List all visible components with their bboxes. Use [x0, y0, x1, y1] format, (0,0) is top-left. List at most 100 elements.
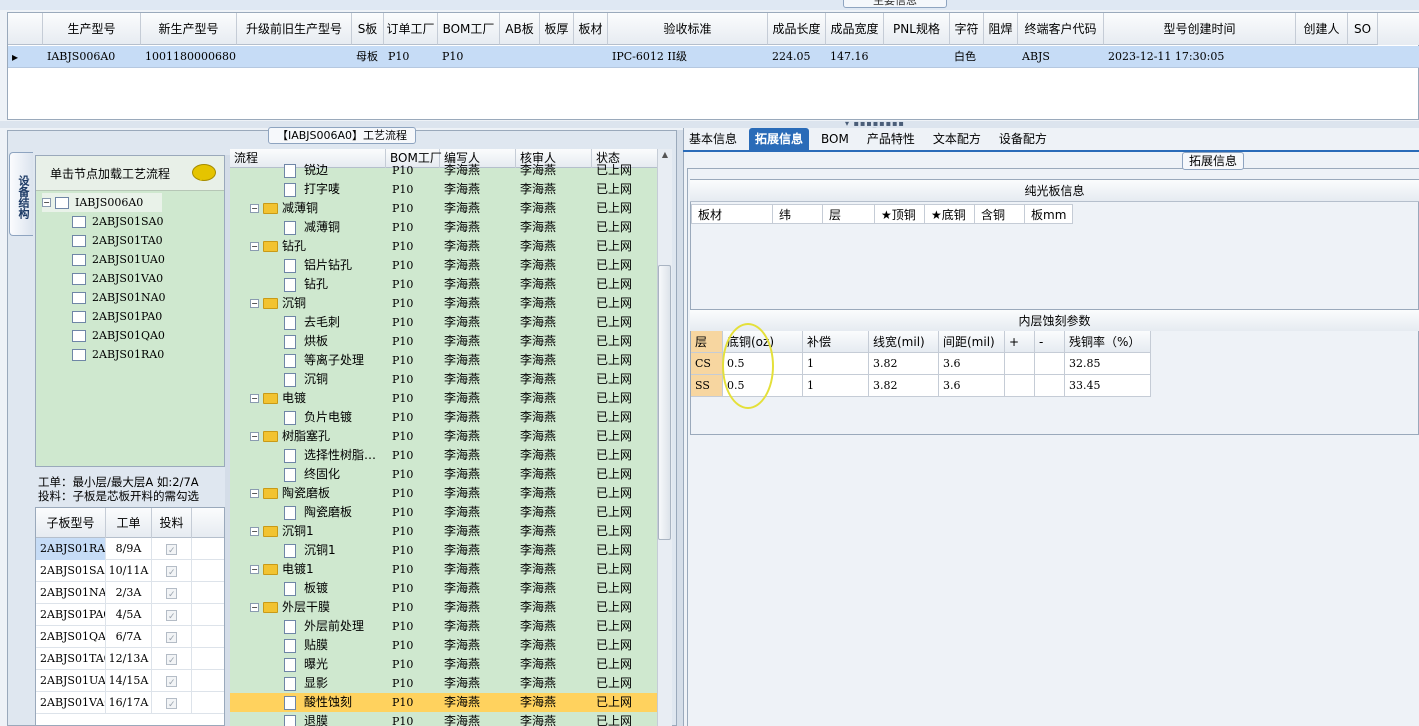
cell[interactable] [1005, 353, 1035, 375]
cell[interactable]: 4/5A [106, 604, 152, 626]
flow-step[interactable]: − 树脂塞孔 [230, 427, 386, 446]
flow-row[interactable]: 终固化 P10 李海燕 李海燕 已上网 [230, 465, 660, 484]
flow-step[interactable]: 锐边 [230, 161, 386, 180]
etch-column-header[interactable]: 层 [691, 331, 723, 353]
column-header[interactable]: 验收标准 [608, 13, 768, 45]
tab-item[interactable]: 文本配方 [927, 128, 987, 150]
feed-checkbox[interactable] [166, 628, 177, 648]
tree-node[interactable]: 2ABJS01TA0 [42, 231, 222, 250]
feed-checkbox[interactable] [166, 562, 177, 582]
flow-step[interactable]: 终固化 [230, 465, 386, 484]
flow-row[interactable]: 外层前处理 P10 李海燕 李海燕 已上网 [230, 617, 660, 636]
cell[interactable]: 2ABJS01NA0 [36, 582, 106, 604]
tab-item[interactable]: 设备配方 [993, 128, 1053, 150]
bare-board-column-header[interactable]: ★顶铜 [875, 204, 925, 224]
product-grid-row-selected[interactable]: ▸ IABJS006A0 10011800006801 母板 P10 P10 IPC-601… [8, 46, 1419, 68]
tab-item[interactable]: BOM [815, 128, 855, 150]
tree-node[interactable]: 2ABJS01UA0 [42, 250, 222, 269]
flow-row[interactable]: − 电镀 P10 李海燕 李海燕 已上网 [230, 389, 660, 408]
flow-step[interactable]: − 陶瓷磨板 [230, 484, 386, 503]
flow-row[interactable]: 曝光 P10 李海燕 李海燕 已上网 [230, 655, 660, 674]
flow-row[interactable]: 陶瓷磨板 P10 李海燕 李海燕 已上网 [230, 503, 660, 522]
cell[interactable]: 8/9A [106, 538, 152, 560]
checkbox-cell[interactable] [152, 538, 192, 560]
flow-row[interactable]: − 沉铜 P10 李海燕 李海燕 已上网 [230, 294, 660, 313]
etch-column-header[interactable]: 线宽(mil) [869, 331, 939, 353]
cell[interactable]: 2/3A [106, 582, 152, 604]
column-header[interactable]: 板材 [574, 13, 608, 45]
tab-item[interactable]: 产品特性 [861, 128, 921, 150]
sub-grid-column-header[interactable]: 投料 [152, 508, 192, 538]
feed-checkbox[interactable] [166, 650, 177, 670]
feed-checkbox[interactable] [166, 584, 177, 604]
flow-step[interactable]: 退膜 [230, 712, 386, 726]
flow-step[interactable]: 曝光 [230, 655, 386, 674]
collapse-icon[interactable]: − [42, 198, 51, 207]
collapse-icon[interactable]: − [250, 603, 259, 612]
feed-checkbox[interactable] [166, 606, 177, 626]
checkbox-cell[interactable] [152, 692, 192, 714]
cell[interactable]: 3.6 [939, 353, 1005, 375]
flow-row[interactable]: 选择性树脂… P10 李海燕 李海燕 已上网 [230, 446, 660, 465]
cell[interactable] [1005, 375, 1035, 397]
feed-checkbox[interactable] [166, 540, 177, 560]
flow-step[interactable]: − 钻孔 [230, 237, 386, 256]
etch-column-header[interactable]: + [1005, 331, 1035, 353]
flow-row[interactable]: 显影 P10 李海燕 李海燕 已上网 [230, 674, 660, 693]
cell[interactable]: 32.85 [1065, 353, 1151, 375]
flow-step[interactable]: 去毛刺 [230, 313, 386, 332]
checkbox-cell[interactable] [152, 670, 192, 692]
column-header[interactable]: BOM工厂 [438, 13, 500, 45]
sub-grid-row[interactable]: 2ABJS01UA0 14/15A [36, 670, 224, 692]
flow-step[interactable]: 烘板 [230, 332, 386, 351]
flow-step[interactable]: 钻孔 [230, 275, 386, 294]
cell[interactable]: ABJS [1018, 46, 1104, 68]
tree-node[interactable]: 2ABJS01PA0 [42, 307, 222, 326]
cell[interactable] [884, 46, 950, 68]
collapse-icon[interactable]: − [250, 204, 259, 213]
flow-step[interactable]: − 沉铜1 [230, 522, 386, 541]
flow-step[interactable]: − 沉铜 [230, 294, 386, 313]
column-header[interactable]: 字符 [950, 13, 984, 45]
checkbox-cell[interactable] [152, 626, 192, 648]
column-header[interactable]: 成品宽度 [826, 13, 884, 45]
column-header[interactable]: AB板 [500, 13, 540, 45]
flow-row[interactable]: 去毛刺 P10 李海燕 李海燕 已上网 [230, 313, 660, 332]
cell[interactable] [237, 46, 352, 68]
column-header[interactable]: 板厚 [540, 13, 574, 45]
flow-step[interactable]: − 电镀1 [230, 560, 386, 579]
cell[interactable] [500, 46, 540, 68]
flow-step[interactable]: 外层前处理 [230, 617, 386, 636]
tree-root[interactable]: − IABJS006A0 [42, 193, 162, 212]
column-header[interactable]: S板 [352, 13, 384, 45]
cell[interactable]: 2ABJS01PA0 [36, 604, 106, 626]
column-header[interactable]: SO [1348, 13, 1378, 45]
flow-row[interactable]: 钻孔 P10 李海燕 李海燕 已上网 [230, 275, 660, 294]
flow-row[interactable]: − 钻孔 P10 李海燕 李海燕 已上网 [230, 237, 660, 256]
flow-step[interactable]: 沉铜1 [230, 541, 386, 560]
cell[interactable] [1035, 353, 1065, 375]
splitter-grip-icon[interactable]: ▾ ▪▪▪▪▪▪▪▪ ▾ [845, 120, 905, 134]
collapse-icon[interactable]: − [250, 394, 259, 403]
etch-column-header[interactable]: 间距(mil) [939, 331, 1005, 353]
tab-item[interactable]: 基本信息 [683, 128, 743, 150]
etch-column-header[interactable]: 补偿 [803, 331, 869, 353]
cell[interactable]: IABJS006A0 [43, 46, 141, 68]
flow-step[interactable]: 铝片钻孔 [230, 256, 386, 275]
sub-grid-row[interactable]: 2ABJS01PA0 4/5A [36, 604, 224, 626]
bare-board-column-header[interactable]: 板材 [691, 204, 773, 224]
collapse-icon[interactable]: − [250, 299, 259, 308]
checkbox-cell[interactable] [152, 604, 192, 626]
flow-row[interactable]: 烘板 P10 李海燕 李海燕 已上网 [230, 332, 660, 351]
flow-step[interactable]: − 电镀 [230, 389, 386, 408]
collapse-icon[interactable]: − [250, 565, 259, 574]
flow-row[interactable]: 沉铜1 P10 李海燕 李海燕 已上网 [230, 541, 660, 560]
flow-row[interactable]: 酸性蚀刻 P10 李海燕 李海燕 已上网 [230, 693, 660, 712]
cell[interactable]: 2ABJS01TA0 [36, 648, 106, 670]
bare-board-column-header[interactable]: ★底铜 [925, 204, 975, 224]
feed-checkbox[interactable] [166, 672, 177, 692]
collapse-icon[interactable]: − [250, 242, 259, 251]
flow-row[interactable]: 负片电镀 P10 李海燕 李海燕 已上网 [230, 408, 660, 427]
cell[interactable]: 1 [803, 375, 869, 397]
sub-grid-row[interactable]: 2ABJS01RA0 8/9A [36, 538, 224, 560]
